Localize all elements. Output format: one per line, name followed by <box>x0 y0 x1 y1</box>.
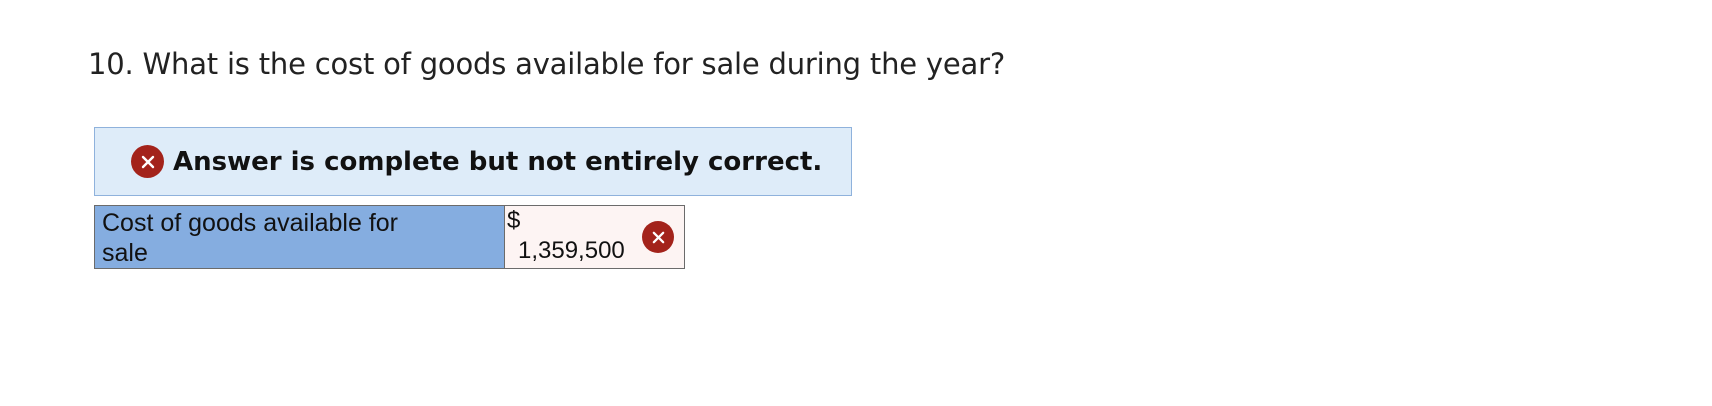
row-label: Cost of goods available for sale <box>102 209 399 267</box>
feedback-banner: Answer is complete but not entirely corr… <box>94 127 852 196</box>
question-text: 10. What is the cost of goods available … <box>88 47 1006 81</box>
incorrect-x-icon <box>642 221 674 253</box>
x-circle-icon <box>131 145 164 178</box>
feedback-message: Answer is complete but not entirely corr… <box>173 146 823 177</box>
table-row: Cost of goods available for sale $ 1,359… <box>94 205 685 269</box>
answer-value[interactable]: 1,359,500 <box>518 237 625 265</box>
currency-symbol: $ <box>507 207 521 234</box>
row-label-cell: Cost of goods available for sale <box>94 205 505 269</box>
answer-input-cell[interactable]: $ 1,359,500 <box>504 205 685 269</box>
answer-table: Cost of goods available for sale $ 1,359… <box>94 205 685 269</box>
